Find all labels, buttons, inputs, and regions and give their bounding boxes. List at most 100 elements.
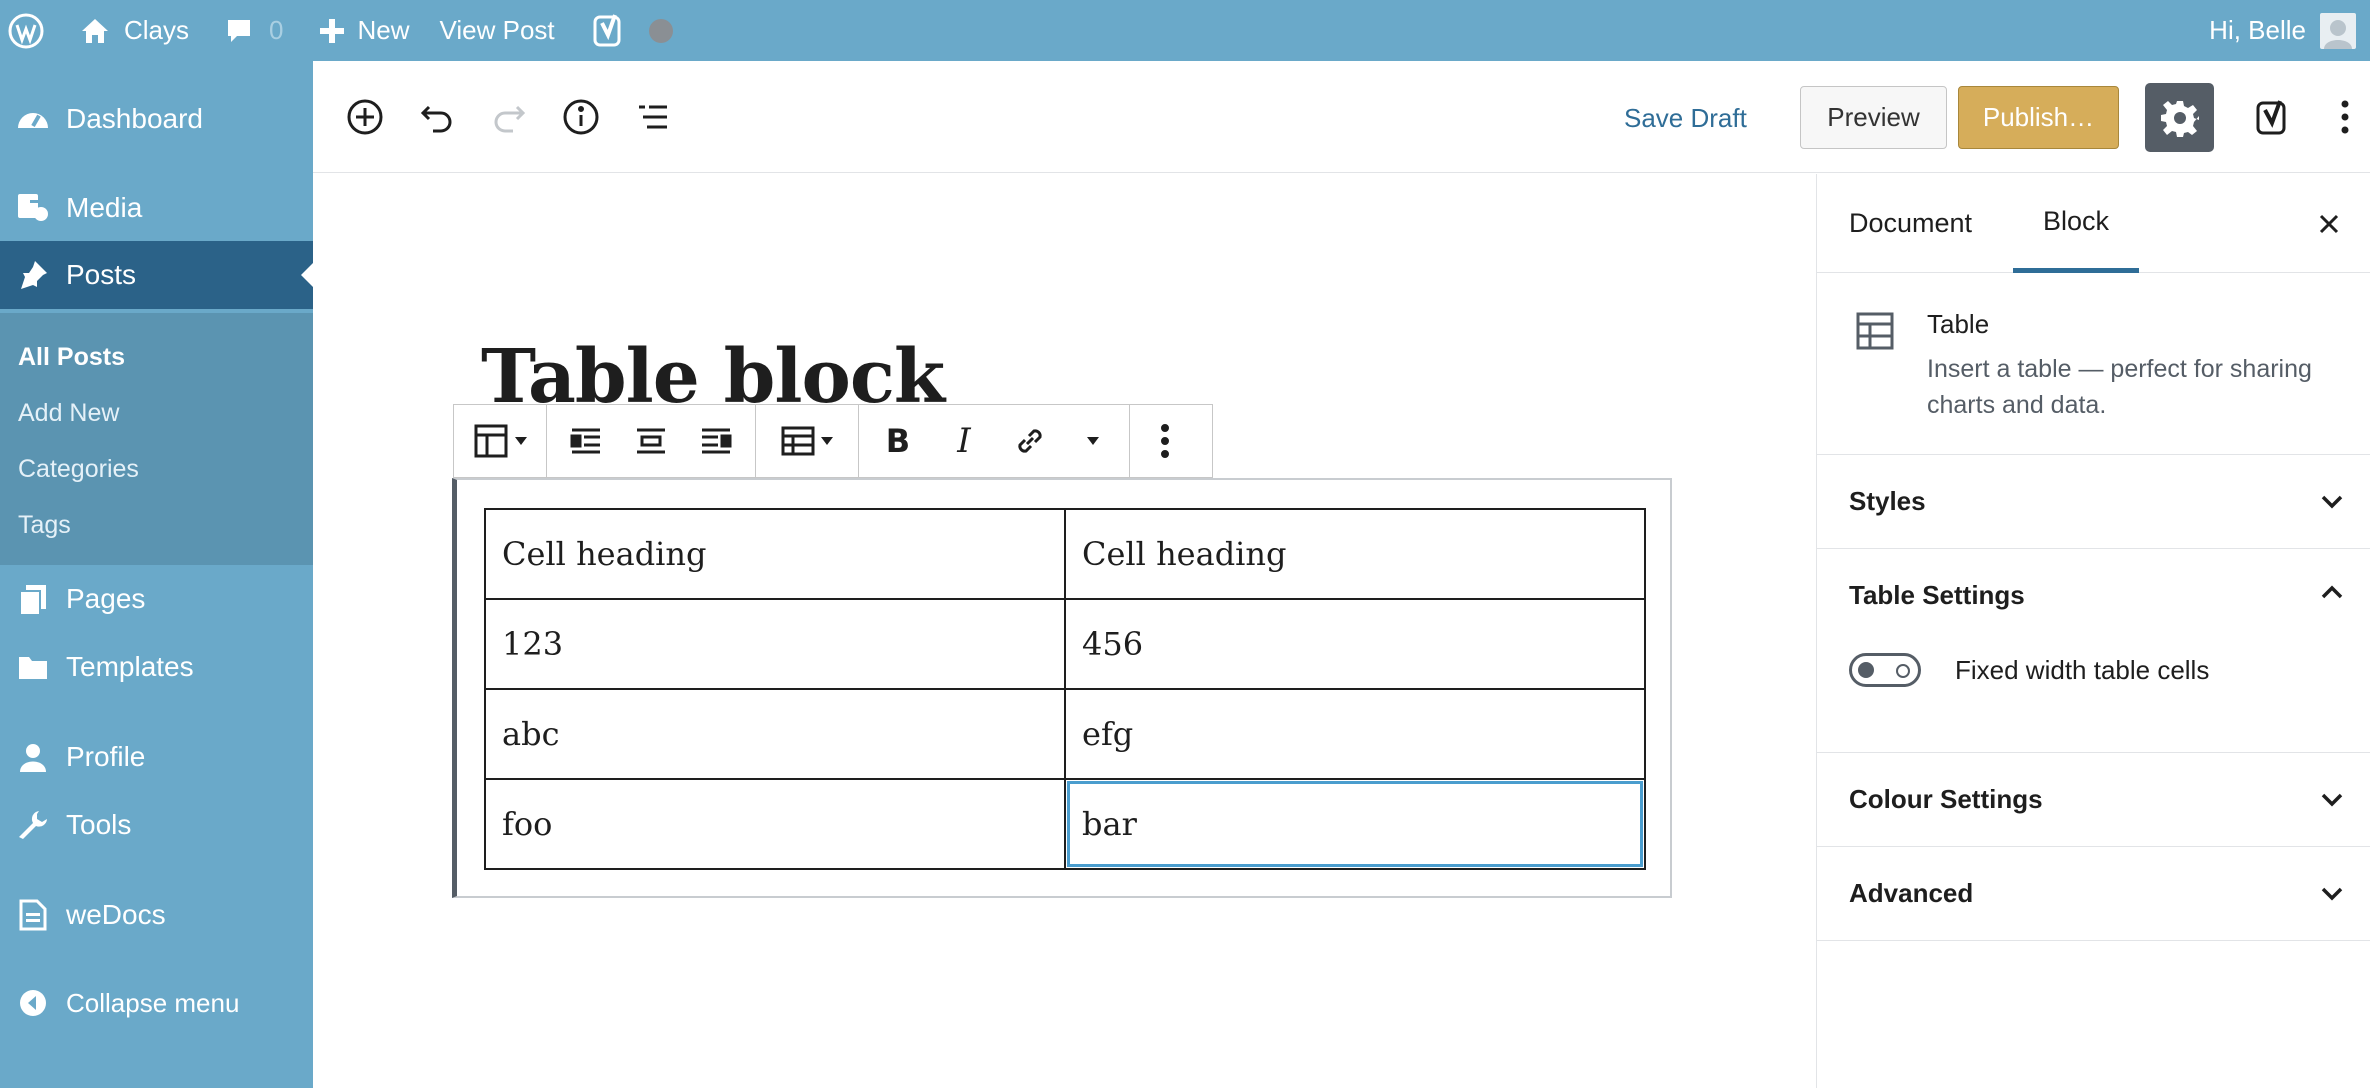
comments-link[interactable]: 0 (203, 0, 297, 61)
format-group: B I (859, 405, 1130, 477)
bold-icon[interactable]: B (865, 405, 931, 477)
greeting: Hi, Belle (2209, 15, 2306, 45)
sidebar-item-profile[interactable]: Profile (0, 723, 313, 791)
settings-gear-button[interactable] (2145, 83, 2214, 152)
posts-submenu: All Posts Add New Categories Tags (0, 313, 313, 565)
new-label: New (357, 15, 410, 45)
submenu-item-categories[interactable]: Categories (18, 455, 139, 484)
table-icon (473, 423, 509, 459)
fixed-width-label: Fixed width table cells (1955, 655, 2210, 685)
undo-icon[interactable] (415, 95, 459, 139)
table-cell[interactable]: foo (484, 778, 1066, 870)
italic-icon[interactable]: I (931, 405, 997, 477)
yoast-seo-icon[interactable] (2253, 95, 2297, 139)
styles-section[interactable]: Styles (1817, 455, 2370, 549)
info-icon[interactable] (559, 95, 603, 139)
more-options-icon[interactable] (2323, 95, 2367, 139)
editor-header-toolbar: Save Draft Preview Publish… (313, 61, 2370, 173)
site-name-link[interactable]: Clays (58, 0, 203, 61)
editor-canvas: Table block B I Cell heading Cell headin… (313, 174, 1816, 1088)
preview-button[interactable]: Preview (1800, 86, 1947, 149)
sidebar-item-label: Media (66, 192, 143, 223)
more-group (1130, 405, 1200, 477)
sidebar-item-label: Pages (66, 583, 146, 614)
block-description: Insert a table — perfect for sharing cha… (1927, 355, 2312, 419)
table-edit-group (756, 405, 859, 477)
submenu-item-tags[interactable]: Tags (18, 511, 71, 540)
alignment-group (547, 405, 756, 477)
gear-icon (2160, 99, 2199, 137)
block-navigation-icon[interactable] (631, 95, 675, 139)
block-type-switcher[interactable] (460, 405, 540, 477)
view-post-link[interactable]: View Post (424, 0, 569, 61)
submenu-item-all-posts[interactable]: All Posts (18, 343, 125, 372)
chevron-down-icon (2317, 487, 2347, 522)
block-name: Table (1927, 309, 1990, 339)
collapse-menu-button[interactable]: Collapse menu (0, 969, 313, 1037)
sidebar-item-templates[interactable]: Templates (0, 633, 313, 701)
table-row: abc efg (484, 688, 1646, 780)
new-content-link[interactable]: New (297, 0, 423, 61)
view-post-label: View Post (439, 15, 555, 45)
table-cell[interactable]: Cell heading (1064, 508, 1646, 600)
comments-count: 0 (269, 15, 284, 45)
colour-settings-section[interactable]: Colour Settings (1817, 753, 2370, 847)
admin-bar: Clays 0 New View Post Hi, Belle (0, 0, 2370, 61)
table-cell[interactable]: 456 (1064, 598, 1646, 690)
sidebar-item-wedocs[interactable]: weDocs (0, 881, 313, 949)
submenu-item-add-new[interactable]: Add New (18, 399, 119, 428)
yoast-adminbar-icon[interactable] (569, 0, 641, 61)
site-name: Clays (124, 15, 190, 45)
advanced-section[interactable]: Advanced (1817, 847, 2370, 941)
section-title: Advanced (1849, 878, 1974, 908)
dashboard-icon (0, 104, 66, 134)
sidebar-item-label: Tools (66, 809, 132, 840)
wrench-icon (0, 809, 66, 841)
settings-tabs: Document Block (1817, 174, 2370, 273)
comment-icon (225, 17, 253, 45)
collapse-icon (0, 988, 66, 1018)
add-block-plus-icon[interactable] (343, 95, 387, 139)
section-title: Colour Settings (1849, 784, 2043, 814)
publish-button[interactable]: Publish… (1958, 86, 2119, 149)
table-cell[interactable]: abc (484, 688, 1066, 780)
media-icon (0, 192, 66, 224)
section-title[interactable]: Table Settings (1849, 580, 2025, 611)
redo-icon (487, 95, 531, 139)
sidebar-item-media[interactable]: Media (0, 174, 313, 242)
sidebar-item-tools[interactable]: Tools (0, 791, 313, 859)
sidebar-item-label: Posts (66, 259, 137, 290)
chevron-down-icon (2317, 879, 2347, 914)
edit-table-button[interactable] (762, 405, 852, 477)
wordpress-logo-icon[interactable] (0, 0, 58, 61)
settings-sidebar: Document Block Table Insert a table — pe… (1816, 174, 2370, 1088)
document-icon (0, 899, 66, 931)
table-block[interactable]: Cell heading Cell heading 123 456 abc ef… (452, 478, 1672, 898)
more-rich-text-chevron-down-icon[interactable] (1063, 405, 1123, 477)
sidebar-item-pages[interactable]: Pages (0, 565, 313, 633)
table-cell-selected[interactable]: bar (1064, 778, 1646, 870)
table-cell[interactable]: 123 (484, 598, 1066, 690)
chevron-up-icon[interactable] (2317, 577, 2347, 612)
sidebar-item-dashboard[interactable]: Dashboard (0, 85, 313, 153)
table-cell[interactable]: Cell heading (484, 508, 1066, 600)
close-icon[interactable] (2307, 202, 2351, 246)
account-menu[interactable]: Hi, Belle (2209, 12, 2370, 49)
block-more-options-icon[interactable] (1136, 405, 1194, 477)
link-icon[interactable] (997, 405, 1063, 477)
save-draft-button[interactable]: Save Draft (1624, 103, 1747, 134)
block-switcher-group (454, 405, 547, 477)
align-center-icon[interactable] (619, 405, 683, 477)
fixed-width-toggle[interactable] (1849, 653, 1921, 687)
table-cell[interactable]: efg (1064, 688, 1646, 780)
seo-status-dot-icon (641, 0, 687, 61)
tab-block[interactable]: Block (2013, 174, 2140, 273)
section-title: Styles (1849, 486, 1926, 516)
pin-icon (0, 259, 66, 291)
align-left-icon[interactable] (553, 405, 619, 477)
pages-icon (0, 583, 66, 615)
tab-document[interactable]: Document (1819, 174, 2002, 273)
sidebar-item-label: Profile (66, 741, 146, 772)
align-right-icon[interactable] (683, 405, 749, 477)
sidebar-item-posts[interactable]: Posts (0, 241, 313, 309)
